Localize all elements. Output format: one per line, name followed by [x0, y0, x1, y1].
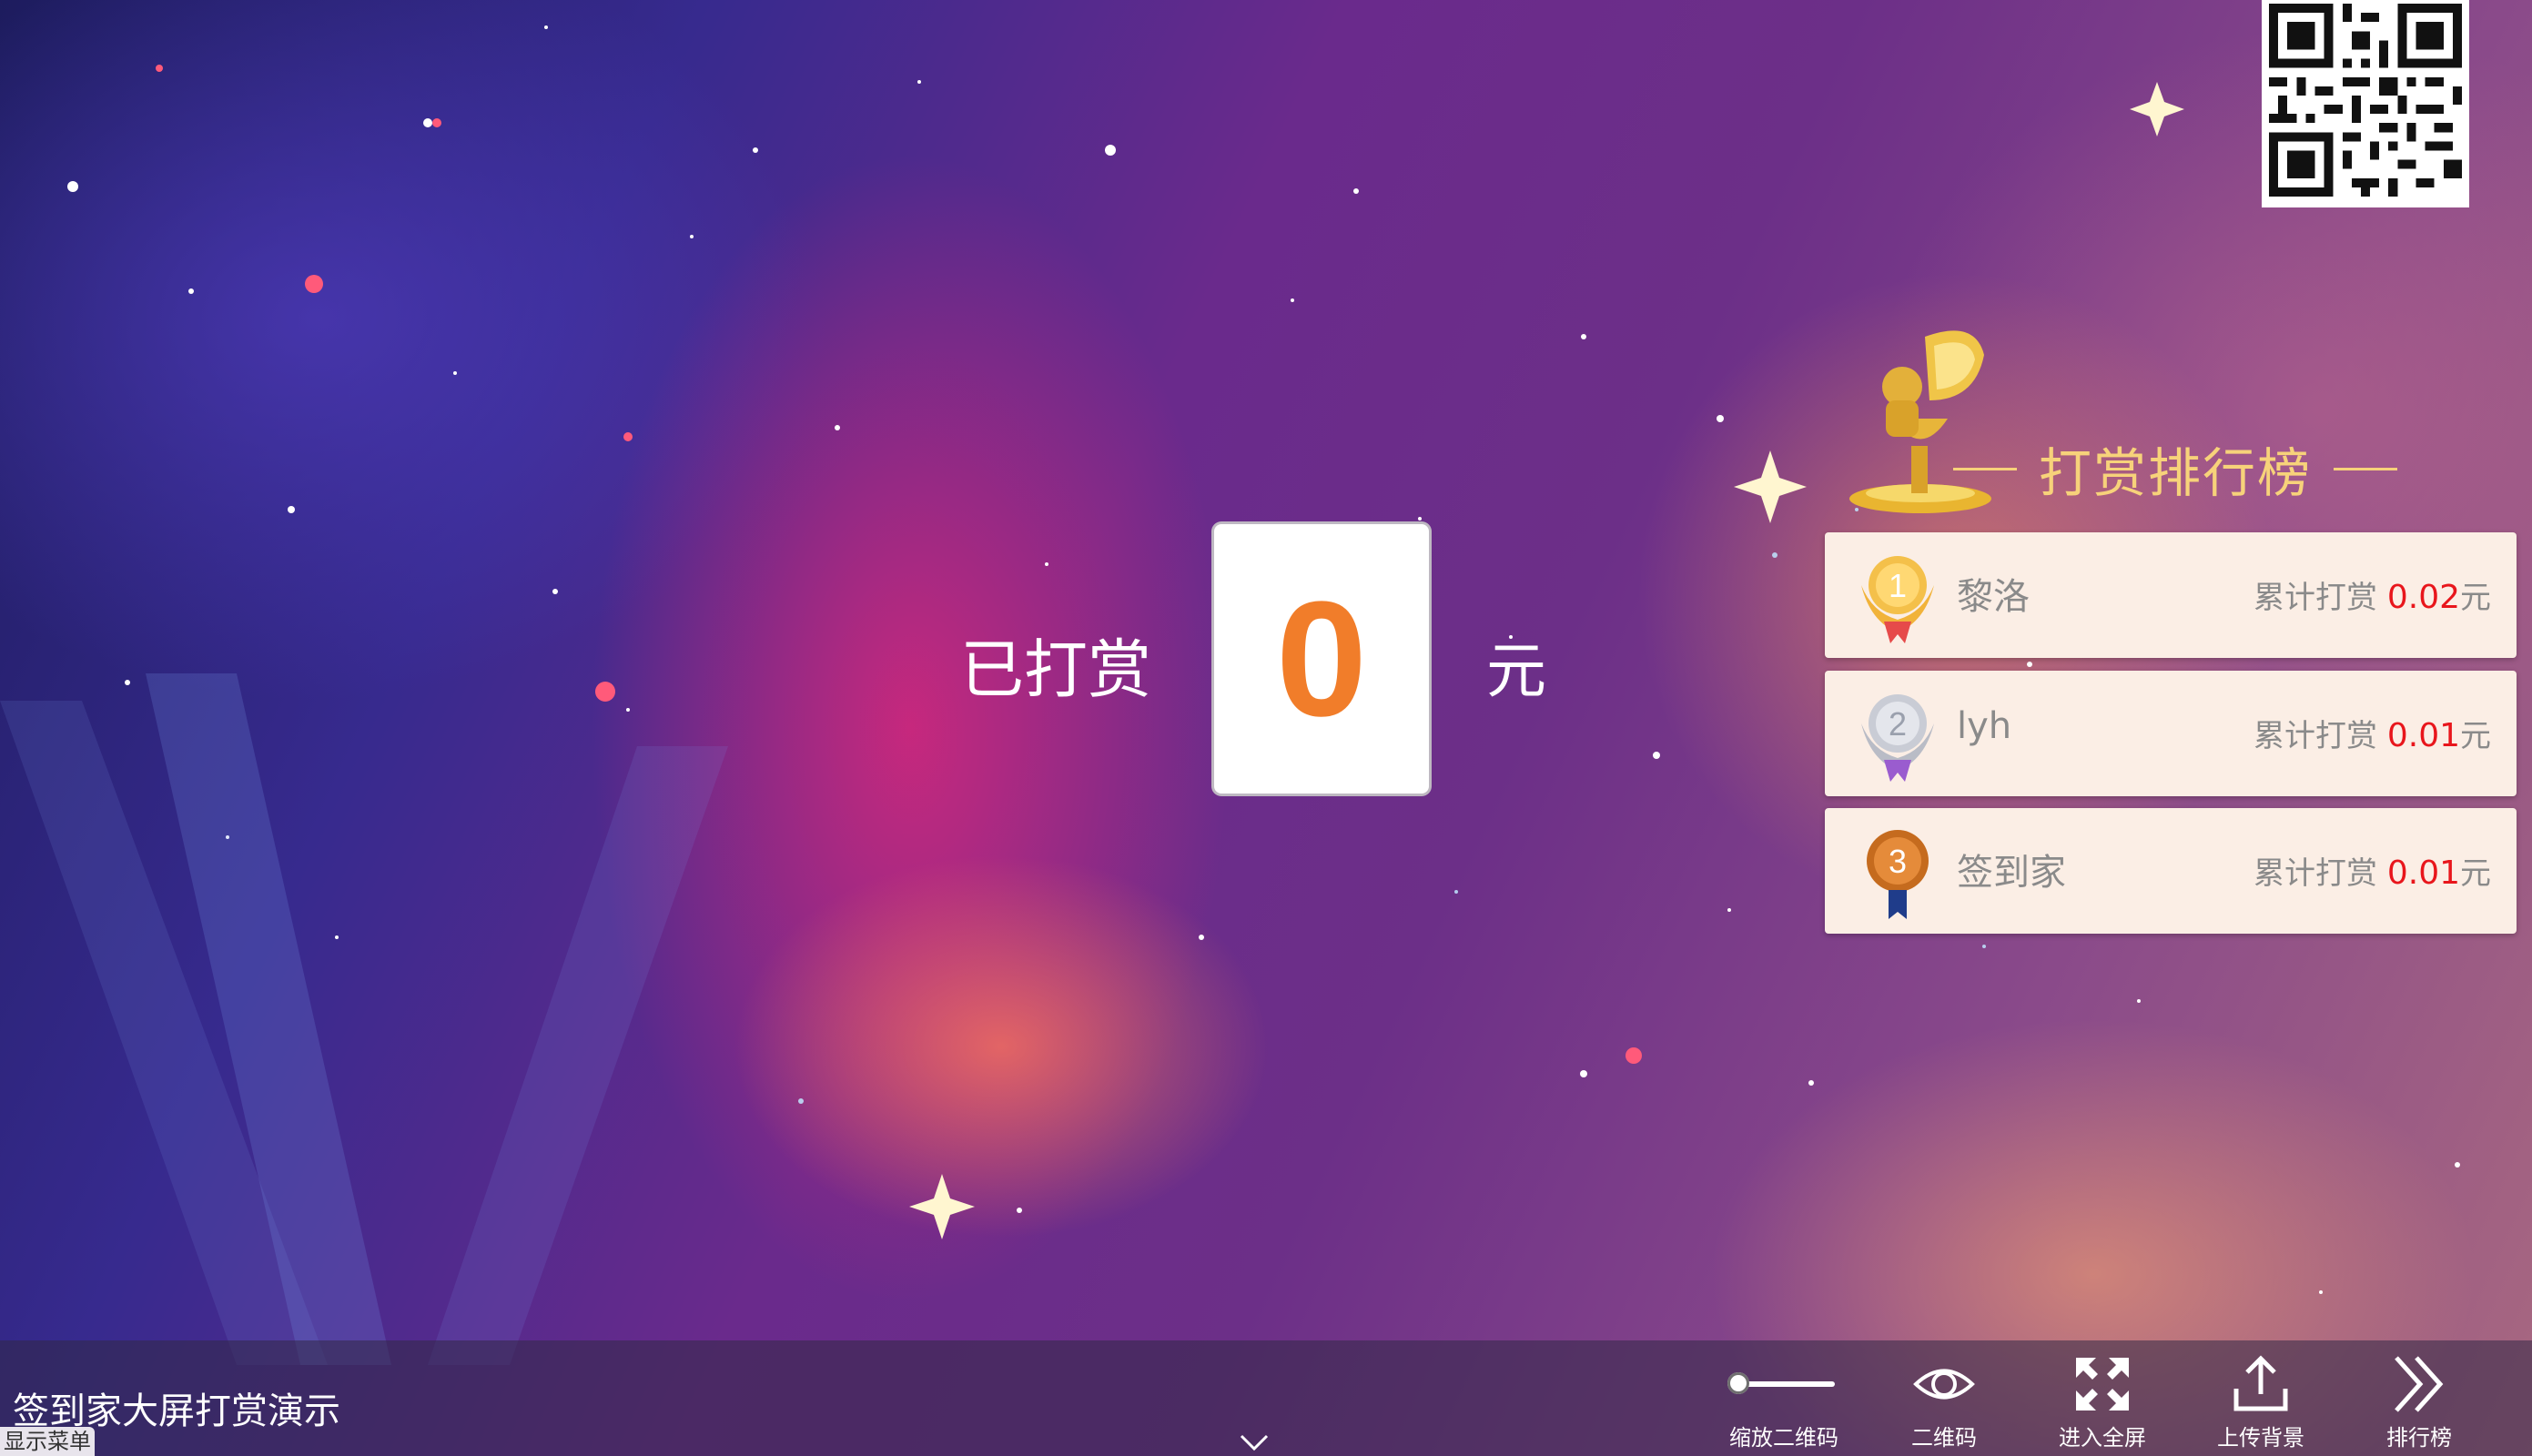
entry-amount: 累计打赏 0.02元	[2253, 579, 2491, 616]
fullscreen-button[interactable]: 进入全屏	[2030, 1345, 2175, 1456]
entry-amount: 累计打赏 0.01元	[2253, 854, 2491, 892]
upload-background-label: 上传背景	[2217, 1425, 2304, 1451]
entry-name: 签到家	[1957, 852, 2066, 894]
reward-total-label: 已打赏	[960, 632, 1151, 707]
qr-button[interactable]: 二维码	[1871, 1345, 2017, 1456]
ranking-button[interactable]: 排行榜	[2346, 1345, 2492, 1456]
show-menu-button[interactable]: 显示菜单	[0, 1427, 95, 1456]
entry-name: 黎洛	[1957, 576, 2030, 618]
silver-medal-icon: 2	[1861, 694, 1934, 782]
upload-icon	[2233, 1355, 2288, 1411]
svg-text:2: 2	[1889, 705, 1907, 743]
upload-background-button[interactable]: 上传背景	[2188, 1345, 2334, 1456]
reward-total-unit: 元	[1486, 636, 1546, 706]
fullscreen-button-label: 进入全屏	[2059, 1425, 2146, 1451]
title-divider-right	[2334, 467, 2397, 470]
svg-text:3: 3	[1889, 843, 1907, 880]
leaderboard-entry-2: 2 lyh 累计打赏 0.01元	[1825, 671, 2517, 796]
gold-medal-icon: 1	[1861, 556, 1934, 643]
reward-total-value: 0	[1275, 567, 1368, 751]
zoom-qr-control[interactable]: 缩放二维码	[1711, 1345, 1857, 1456]
expand-icon	[2076, 1358, 2129, 1410]
title-divider-left	[1952, 467, 2017, 470]
ranking-button-label: 排行榜	[2386, 1425, 2452, 1451]
qr-button-label: 二维码	[1911, 1425, 1977, 1451]
leaderboard-title: 打赏排行榜	[2038, 442, 2312, 504]
leaderboard-entry-1: 1 黎洛 累计打赏 0.02元	[1825, 532, 2517, 658]
double-chevron-right-icon	[2395, 1356, 2444, 1412]
zoom-qr-label: 缩放二维码	[1729, 1425, 1838, 1451]
entry-amount: 累计打赏 0.01元	[2253, 717, 2491, 754]
qr-code	[2262, 0, 2469, 207]
chevron-down-icon[interactable]	[1238, 1431, 1271, 1454]
leaderboard-header: 打赏排行榜	[1939, 428, 2412, 510]
bronze-medal-icon: 3	[1867, 830, 1929, 919]
reward-total-box: 0	[1214, 524, 1429, 794]
entry-name: lyh	[1957, 705, 2012, 747]
svg-text:1: 1	[1889, 567, 1907, 604]
light-beam-decoration	[0, 673, 728, 1365]
leaderboard-entry-3: 3 签到家 累计打赏 0.01元	[1825, 808, 2517, 934]
eye-icon	[1913, 1369, 1975, 1400]
